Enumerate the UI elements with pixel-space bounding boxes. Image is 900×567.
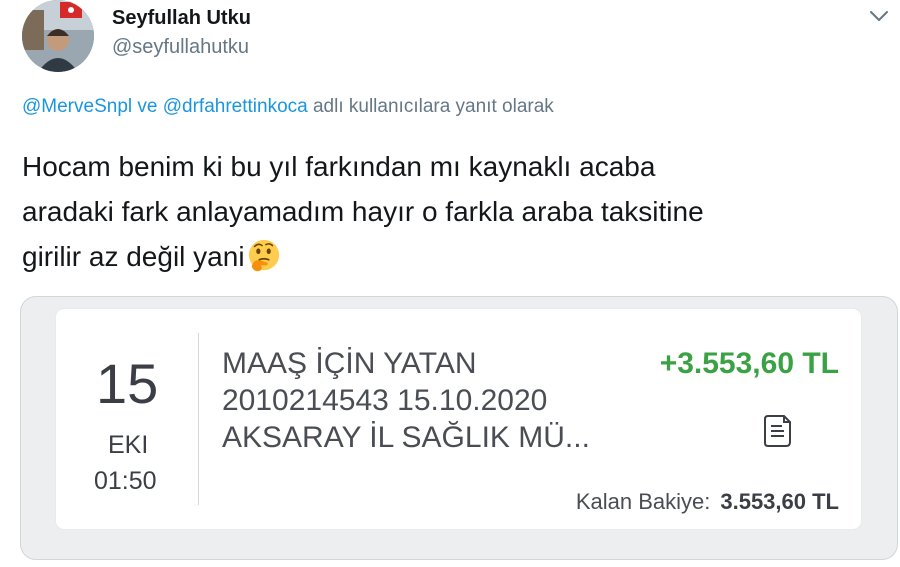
tweet-line: aradaki fark anlayamadım hayır o farkla … (22, 196, 704, 227)
author-name[interactable]: Seyfullah Utku (112, 7, 251, 30)
avatar-image (22, 0, 94, 72)
reply-suffix: adlı kullanıcılara yanıt olarak (307, 96, 554, 117)
mention-link[interactable]: @MerveSnpl (22, 96, 132, 117)
transaction-card: 15 EKI 01:50 MAAŞ İÇİN YATAN 2010214543 … (56, 309, 861, 529)
reply-connector: ve (132, 96, 163, 117)
transaction-amount: +3.553,60 TL (659, 347, 839, 380)
balance-row: Kalan Bakiye: 3.553,60 TL (576, 489, 839, 515)
tweet-text: Hocam benim ki bu yıl farkından mı kayna… (22, 144, 882, 279)
reply-context: @MerveSnpl ve @drfahrettinkoca adlı kull… (22, 96, 554, 118)
receipt-icon[interactable] (762, 413, 796, 449)
tweet-line: girilir az değil yani (22, 234, 882, 279)
transaction-time: 01:50 (94, 467, 157, 495)
transaction-day: 15 (96, 352, 159, 415)
description-line: AKSARAY İL SAĞLIK MÜ... (222, 421, 590, 454)
chevron-down-icon[interactable] (868, 8, 890, 24)
mention-link[interactable]: @drfahrettinkoca (163, 96, 308, 117)
tweet-line: Hocam benim ki bu yıl farkından mı kayna… (22, 151, 656, 182)
description-line: 2010214543 15.10.2020 (222, 384, 548, 417)
attached-image[interactable]: 15 EKI 01:50 MAAŞ İÇİN YATAN 2010214543 … (20, 296, 898, 560)
avatar[interactable] (22, 0, 94, 72)
description-line: MAAŞ İÇİN YATAN (222, 347, 477, 380)
author-handle[interactable]: @seyfullahutku (112, 36, 249, 59)
transaction-month: EKI (108, 431, 149, 459)
balance-value: 3.553,60 TL (720, 489, 839, 514)
balance-label: Kalan Bakiye: (575, 489, 711, 514)
transaction-description: MAAŞ İÇİN YATAN 2010214543 15.10.2020 AK… (222, 345, 590, 456)
card-divider (198, 333, 199, 505)
tweet-header: Seyfullah Utku @seyfullahutku (20, 0, 890, 80)
thinking-face-icon (248, 239, 279, 272)
tweet-line-text: girilir az değil yani (22, 241, 245, 272)
